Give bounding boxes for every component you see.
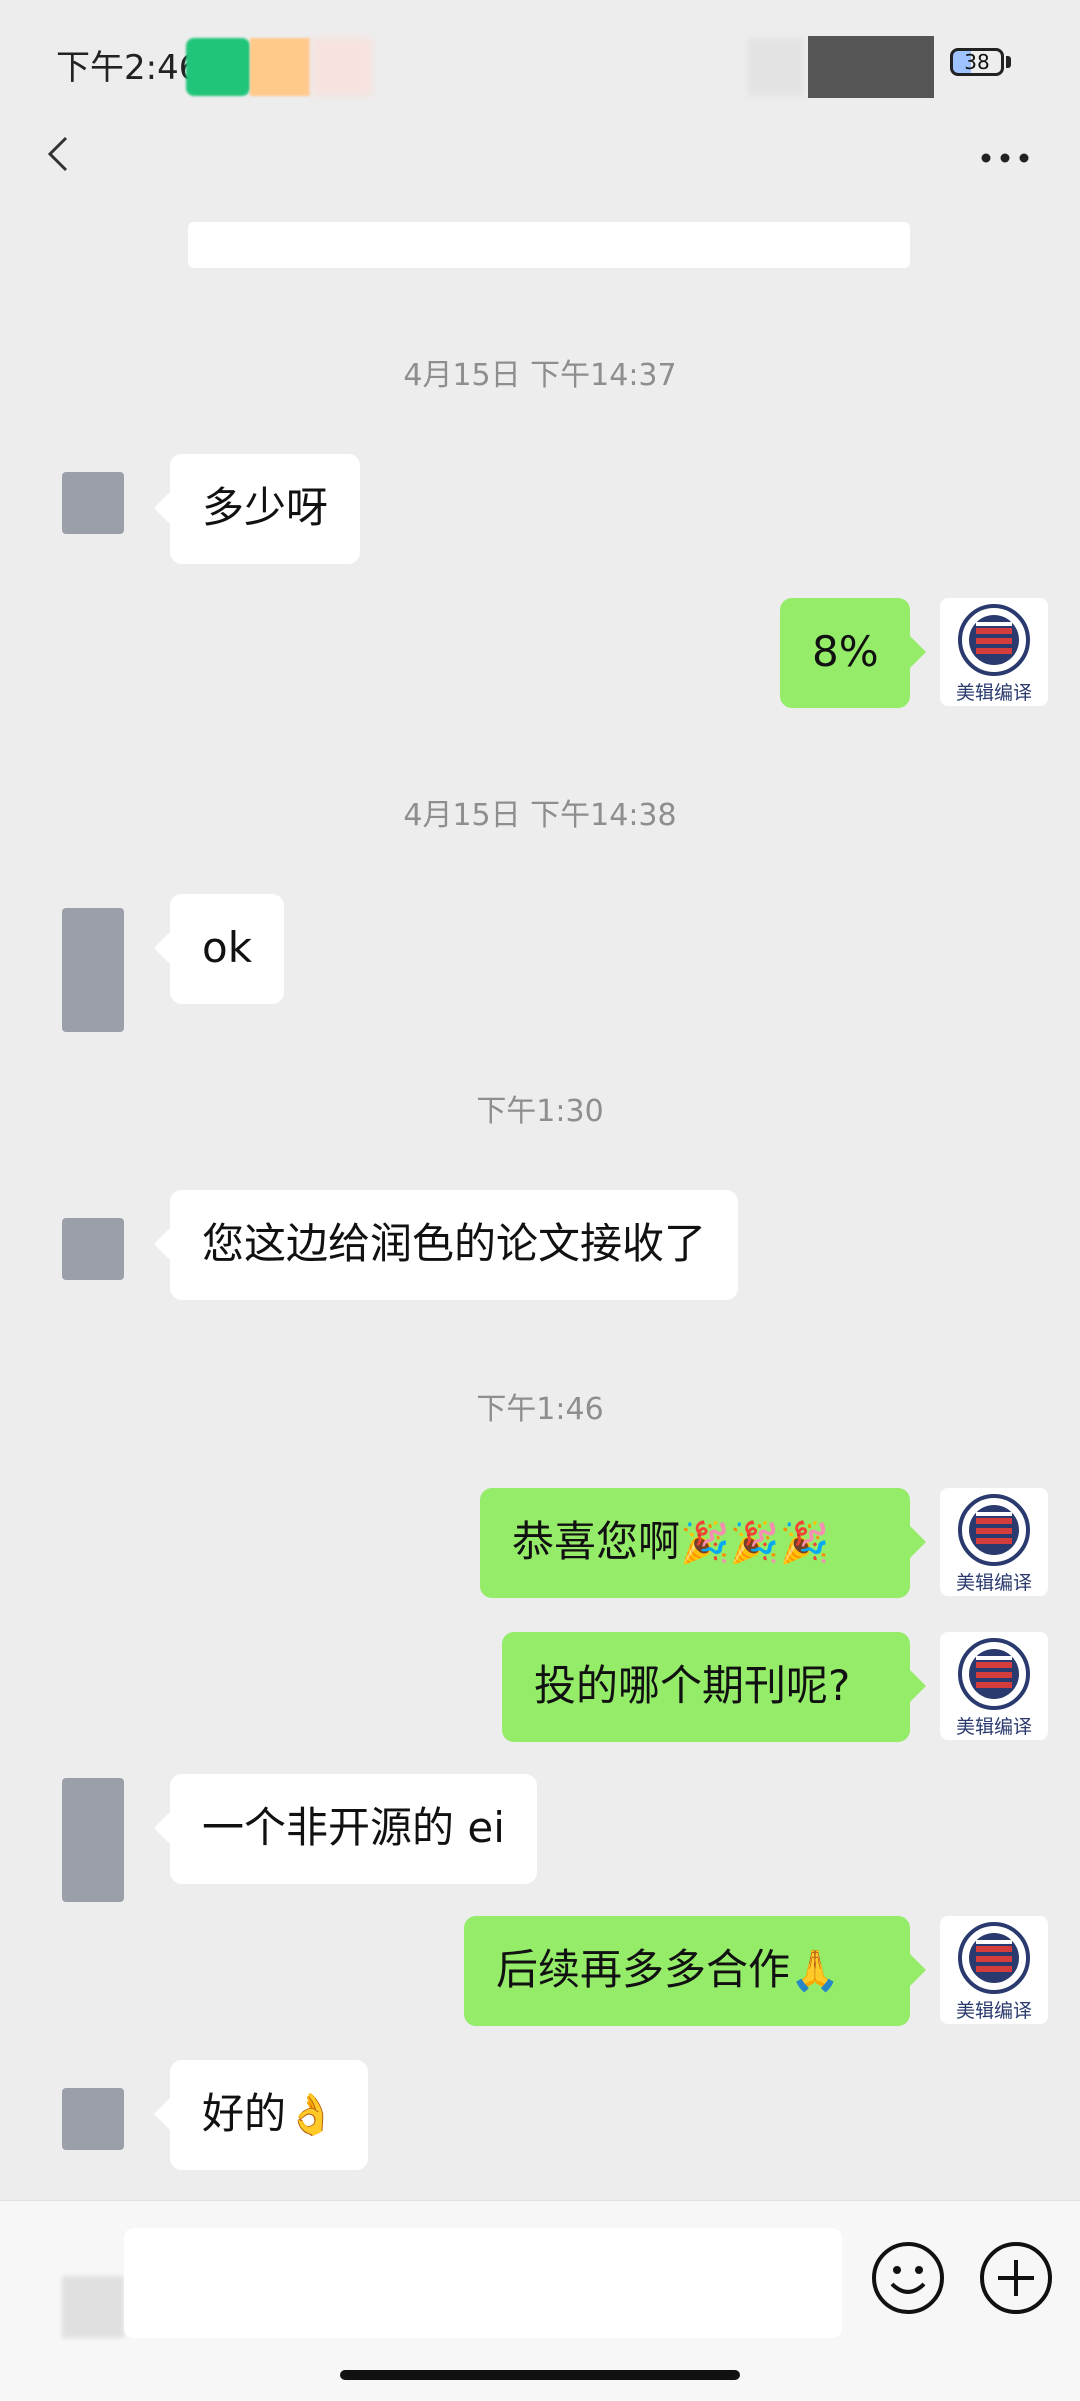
ok-hand-icon: 👌: [286, 2092, 336, 2138]
timestamp: 4月15日 下午14:37: [403, 358, 677, 393]
message-text: 多少呀: [202, 483, 329, 532]
incoming-message-bubble[interactable]: 一个非开源的 ei: [154, 1774, 537, 1884]
outgoing-message-bubble[interactable]: 投的哪个期刊呢?: [502, 1632, 926, 1742]
incoming-message-bubble[interactable]: 您这边给润色的论文接收了: [153, 1190, 739, 1300]
battery-tip: [1006, 56, 1011, 68]
contact-avatar[interactable]: [62, 472, 124, 534]
status-bar: 下午2:46 38: [0, 0, 1080, 130]
home-indicator[interactable]: [340, 2370, 740, 2380]
battery-icon: 38: [950, 48, 1004, 76]
message-text: 8%: [812, 627, 879, 676]
plus-circle-icon: [980, 2242, 1052, 2314]
blurred-status-icon: [808, 36, 934, 98]
own-avatar-logo[interactable]: 美辑编译: [940, 1488, 1048, 1596]
contact-avatar[interactable]: [62, 908, 124, 1032]
logo-caption: 美辑编译: [955, 1572, 1032, 1594]
message-text: 好的: [202, 2089, 287, 2138]
outgoing-message-bubble[interactable]: 8%: [780, 598, 926, 708]
message-text: 恭喜您啊: [512, 1517, 681, 1566]
blurred-status-icon: [186, 38, 250, 96]
own-avatar-logo[interactable]: 美辑编译: [940, 598, 1048, 706]
status-time: 下午2:46: [56, 48, 201, 88]
contact-avatar[interactable]: [62, 1218, 124, 1280]
outgoing-message-bubble[interactable]: 后续再多多合作🙏: [464, 1916, 926, 2026]
logo-caption: 美辑编译: [955, 1716, 1032, 1738]
message-text: ok: [202, 923, 253, 972]
incoming-message-bubble[interactable]: ok: [153, 894, 285, 1004]
timestamp: 下午1:30: [476, 1094, 604, 1129]
incoming-message-bubble[interactable]: 好的👌: [154, 2060, 368, 2170]
message-text: 您这边给润色的论文接收了: [202, 1219, 707, 1268]
smiley-icon: [872, 2242, 944, 2314]
logo-caption: 美辑编译: [955, 2000, 1032, 2022]
incoming-message-bubble[interactable]: 多少呀: [153, 454, 361, 564]
own-avatar-logo[interactable]: 美辑编译: [940, 1916, 1048, 2024]
party-popper-icon: 🎉🎉🎉: [680, 1520, 830, 1566]
blurred-status-icon: [748, 38, 804, 96]
message-text: 后续再多多合作: [496, 1945, 791, 1994]
timestamp: 4月15日 下午14:38: [403, 798, 677, 833]
outgoing-message-bubble[interactable]: 恭喜您啊🎉🎉🎉: [480, 1488, 926, 1598]
contact-avatar[interactable]: [62, 1778, 124, 1902]
contact-avatar[interactable]: [62, 2088, 124, 2150]
previous-message-bubble: [188, 222, 910, 268]
back-icon[interactable]: [40, 134, 80, 174]
blurred-status-icon: [312, 38, 372, 96]
emoji-button[interactable]: [870, 2240, 946, 2316]
message-text: 投的哪个期刊呢?: [534, 1661, 851, 1710]
blurred-status-icon: [250, 38, 310, 96]
plus-button[interactable]: [978, 2240, 1054, 2316]
own-avatar-logo[interactable]: 美辑编译: [940, 1632, 1048, 1740]
pray-hands-icon: 🙏: [790, 1948, 840, 1994]
logo-caption: 美辑编译: [955, 682, 1032, 704]
more-icon[interactable]: [978, 148, 1032, 168]
message-text: 一个非开源的 ei: [202, 1803, 505, 1852]
message-input[interactable]: [124, 2228, 842, 2338]
voice-button[interactable]: [62, 2276, 124, 2338]
timestamp: 下午1:46: [476, 1392, 604, 1427]
